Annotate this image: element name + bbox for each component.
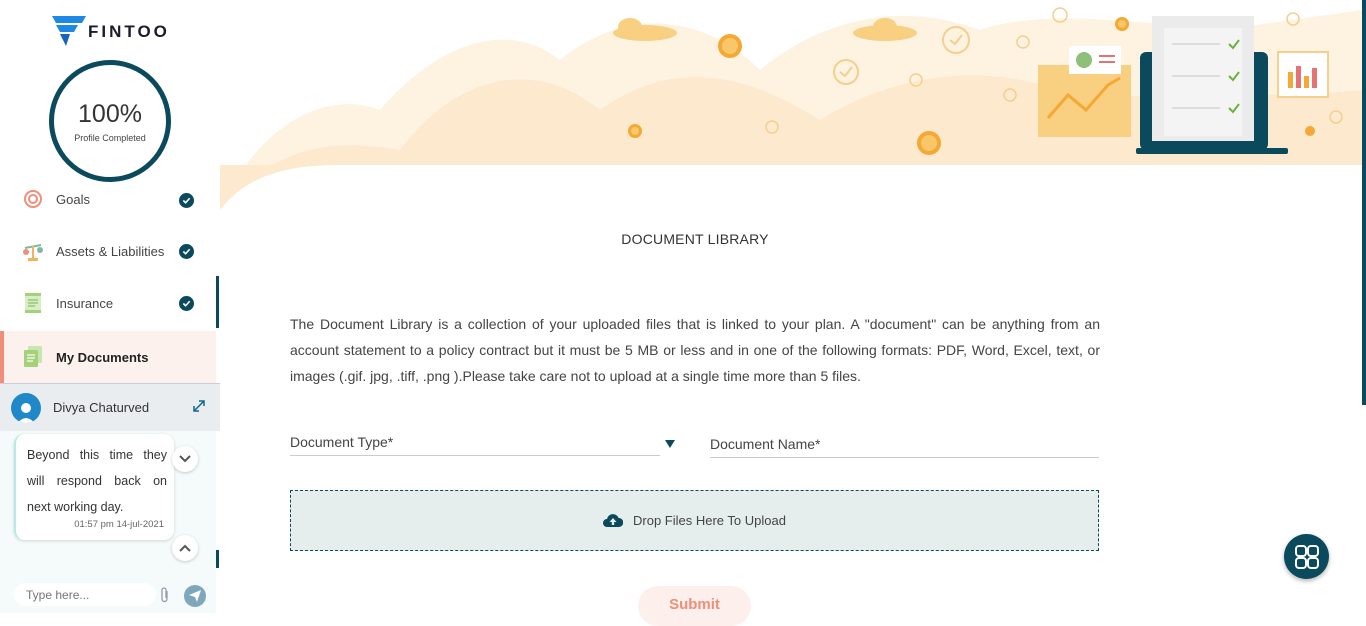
document-type-select[interactable]: Document Type* <box>290 432 660 456</box>
scroll-up-button[interactable] <box>172 535 198 561</box>
target-icon <box>22 188 44 210</box>
chevron-down-icon <box>179 455 191 463</box>
page-description: The Document Library is a collection of … <box>290 316 1100 384</box>
avatar <box>11 392 41 423</box>
chevron-up-icon <box>179 544 191 552</box>
send-icon <box>189 590 201 602</box>
chat-message-input[interactable] <box>14 583 156 606</box>
chat-message-bubble: Beyond this time they will respond back … <box>14 434 174 540</box>
documents-icon <box>22 346 44 368</box>
chat-messages[interactable]: Beyond this time they will respond back … <box>0 431 216 571</box>
check-icon <box>179 192 194 208</box>
scale-icon <box>22 240 44 262</box>
profile-completion: 100% Profile Completed <box>49 60 171 182</box>
chat-input-row <box>0 571 216 613</box>
fintoo-logo[interactable]: FINTOO <box>52 14 170 48</box>
menu-fab-button[interactable] <box>1284 534 1329 579</box>
dropdown-caret-icon[interactable] <box>665 440 675 448</box>
document-type-label: Document Type* <box>290 434 394 450</box>
sidebar-item-assets-liabilities[interactable]: Assets & Liabilities <box>0 226 216 276</box>
sidebar: FINTOO 100% Profile Completed Goals Asse… <box>0 0 220 613</box>
profile-label: Profile Completed <box>74 132 146 143</box>
page-title: DOCUMENT LIBRARY <box>621 231 769 247</box>
scroll-indicator <box>216 276 219 328</box>
sidebar-item-label: My Documents <box>56 349 149 365</box>
header-banner-illustration <box>220 0 1362 210</box>
drop-zone-label: Drop Files Here To Upload <box>633 513 786 528</box>
sidebar-item-my-documents[interactable]: My Documents <box>0 331 216 383</box>
file-drop-zone[interactable]: Drop Files Here To Upload <box>290 490 1099 551</box>
submit-button[interactable]: Submit <box>638 586 751 626</box>
brand-name: FINTOO <box>88 22 170 41</box>
sidebar-item-insurance[interactable]: Insurance <box>0 278 216 328</box>
grid-icon <box>1294 544 1319 569</box>
sidebar-item-goals[interactable]: Goals <box>0 178 216 222</box>
chat-message-text: Beyond this time they will respond back … <box>27 448 167 514</box>
scroll-down-button[interactable] <box>172 446 198 472</box>
scroll-indicator <box>216 550 219 568</box>
logo-mark-icon <box>52 14 86 48</box>
chat-message-time: 01:57 pm 14-jul-2021 <box>74 519 164 530</box>
chat-header[interactable]: Divya Chaturved <box>0 383 220 431</box>
document-name-field[interactable]: Document Name* <box>710 434 1099 458</box>
scroll-icon <box>22 292 44 314</box>
expand-icon[interactable] <box>192 399 206 416</box>
profile-percent: 100% <box>78 99 142 128</box>
chat-contact-name: Divya Chaturved <box>53 400 150 415</box>
document-name-label: Document Name* <box>710 436 821 452</box>
check-icon <box>179 243 194 259</box>
send-button[interactable] <box>184 585 206 607</box>
sidebar-item-label: Goals <box>56 191 90 207</box>
sidebar-item-label: Assets & Liabilities <box>56 243 165 259</box>
page-scrollbar[interactable] <box>1362 0 1366 405</box>
check-icon <box>179 295 194 311</box>
cloud-upload-icon <box>603 514 624 527</box>
attachment-icon[interactable] <box>160 587 170 606</box>
sidebar-item-label: Insurance <box>56 295 114 311</box>
